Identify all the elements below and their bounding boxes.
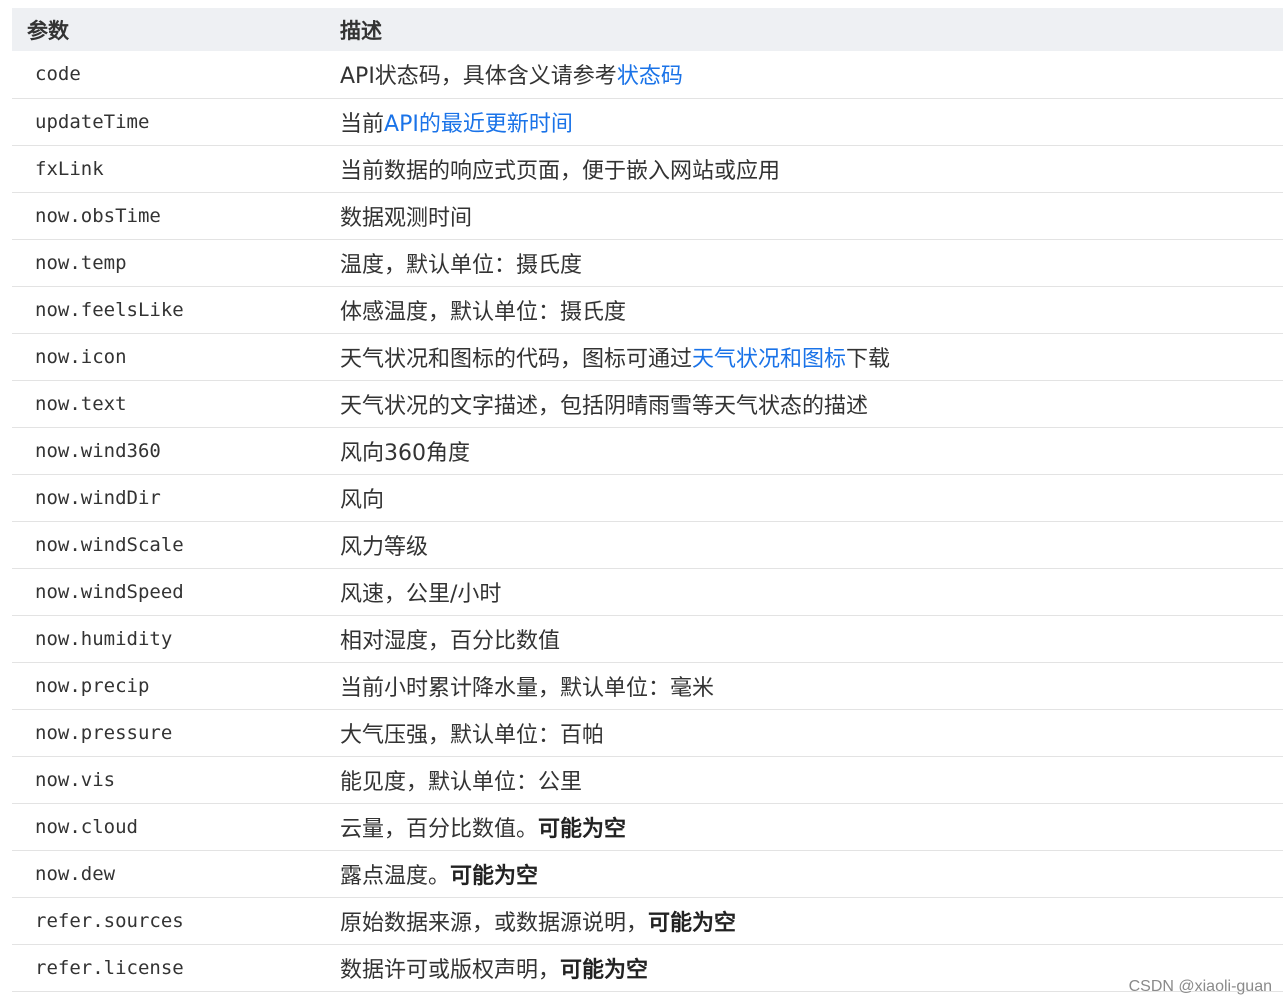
description-bold-text: 可能为空 (560, 957, 649, 983)
header-param: 参数 (27, 18, 69, 43)
table-row: now.icon 天气状况和图标的代码，图标可通过天气状况和图标下载 (12, 333, 1283, 380)
table-row: now.windSpeed 风速，公里/小时 (12, 568, 1283, 615)
description-link[interactable]: API的最近更新时间 (384, 112, 573, 137)
description-cell: 露点温度。可能为空 (318, 850, 1283, 897)
description-cell: 风向 (318, 474, 1283, 521)
description-link[interactable]: 天气状况和图标 (692, 347, 846, 372)
param-cell: now.precip (35, 674, 150, 697)
table-row: refer.license 数据许可或版权声明，可能为空 (12, 944, 1283, 991)
description-text: API状态码，具体含义请参考 (340, 64, 617, 90)
param-cell: now.wind360 (35, 439, 161, 462)
description-text: 当前数据的响应式页面，便于嵌入网站或应用 (340, 158, 781, 184)
param-cell: fxLink (35, 157, 104, 180)
table-row: now.obsTime 数据观测时间 (12, 192, 1283, 239)
description-cell: 天气状况的文字描述，包括阴晴雨雪等天气状态的描述 (318, 380, 1283, 427)
table-row: code API状态码，具体含义请参考状态码 (12, 51, 1283, 98)
table-row: now.cloud 云量，百分比数值。可能为空 (12, 803, 1283, 850)
description-cell: 能见度，默认单位：公里 (318, 756, 1283, 803)
table-row: now.windDir 风向 (12, 474, 1283, 521)
description-text: 风力等级 (340, 534, 429, 560)
param-cell: now.vis (35, 768, 116, 791)
description-text: 下载 (846, 346, 891, 372)
param-cell: now.feelsLike (35, 298, 184, 321)
param-cell: now.windDir (35, 486, 161, 509)
description-cell: 温度，默认单位：摄氏度 (318, 239, 1283, 286)
description-cell: 当前小时累计降水量，默认单位：毫米 (318, 662, 1283, 709)
description-cell: 风速，公里/小时 (318, 568, 1283, 615)
table-row: now.wind360 风向360角度 (12, 427, 1283, 474)
header-desc: 描述 (340, 18, 382, 43)
param-cell: now.text (35, 392, 127, 415)
param-cell: refer.license (35, 956, 184, 979)
description-cell: 数据观测时间 (318, 192, 1283, 239)
description-text: 风向360角度 (340, 440, 470, 466)
description-cell: 风力等级 (318, 521, 1283, 568)
param-cell: now.temp (35, 251, 127, 274)
description-text: 数据观测时间 (340, 205, 473, 231)
description-text: 当前 (340, 111, 385, 137)
table-row: now.humidity 相对湿度，百分比数值 (12, 615, 1283, 662)
description-text: 数据许可或版权声明， (340, 957, 561, 983)
description-text: 云量，百分比数值。 (340, 816, 539, 842)
param-cell: now.cloud (35, 815, 138, 838)
watermark: CSDN @xiaoli-guan (1128, 978, 1272, 995)
param-cell: code (35, 63, 81, 86)
param-cell: now.icon (35, 345, 127, 368)
description-text: 体感温度，默认单位：摄氏度 (340, 299, 627, 325)
description-link[interactable]: 状态码 (617, 64, 683, 89)
description-bold-text: 可能为空 (538, 816, 627, 842)
description-bold-text: 可能为空 (450, 863, 539, 889)
param-cell: updateTime (35, 110, 150, 133)
description-text: 天气状况和图标的代码，图标可通过 (340, 346, 693, 372)
description-text: 露点温度。 (340, 863, 451, 889)
params-table: 参数 描述 code API状态码，具体含义请参考状态码 updateTime 当前A… (12, 8, 1283, 992)
description-cell: 风向360角度 (318, 427, 1283, 474)
description-text: 风向 (340, 487, 385, 513)
description-cell: 原始数据来源，或数据源说明，可能为空 (318, 897, 1283, 944)
header-row: 参数 描述 (12, 8, 1283, 51)
table-row: now.feelsLike 体感温度，默认单位：摄氏度 (12, 286, 1283, 333)
table-row: refer.sources 原始数据来源，或数据源说明，可能为空 (12, 897, 1283, 944)
description-text: 大气压强，默认单位：百帕 (340, 722, 605, 748)
description-cell: 当前API的最近更新时间 (318, 98, 1283, 145)
description-cell: 天气状况和图标的代码，图标可通过天气状况和图标下载 (318, 333, 1283, 380)
table-header: 参数 描述 (12, 8, 1283, 51)
param-cell: now.humidity (35, 627, 173, 650)
table-row: now.pressure 大气压强，默认单位：百帕 (12, 709, 1283, 756)
table-row: now.temp 温度，默认单位：摄氏度 (12, 239, 1283, 286)
table-body: code API状态码，具体含义请参考状态码 updateTime 当前API的最近更… (12, 51, 1283, 991)
param-cell: now.windScale (35, 533, 184, 556)
description-cell: 体感温度，默认单位：摄氏度 (318, 286, 1283, 333)
param-cell: now.dew (35, 862, 116, 885)
description-text: 当前小时累计降水量，默认单位：毫米 (340, 675, 715, 701)
table-row: now.vis 能见度，默认单位：公里 (12, 756, 1283, 803)
param-cell: now.windSpeed (35, 580, 184, 603)
param-cell: now.pressure (35, 721, 173, 744)
table-row: now.text 天气状况的文字描述，包括阴晴雨雪等天气状态的描述 (12, 380, 1283, 427)
description-text: 相对湿度，百分比数值 (340, 628, 561, 654)
description-cell: 大气压强，默认单位：百帕 (318, 709, 1283, 756)
description-text: 温度，默认单位：摄氏度 (340, 252, 583, 278)
table-row: updateTime 当前API的最近更新时间 (12, 98, 1283, 145)
table-row: now.precip 当前小时累计降水量，默认单位：毫米 (12, 662, 1283, 709)
param-cell: now.obsTime (35, 204, 161, 227)
description-bold-text: 可能为空 (648, 910, 737, 936)
description-cell: API状态码，具体含义请参考状态码 (318, 51, 1283, 98)
description-cell: 相对湿度，百分比数值 (318, 615, 1283, 662)
table-row: now.windScale 风力等级 (12, 521, 1283, 568)
table-row: now.dew 露点温度。可能为空 (12, 850, 1283, 897)
description-text: 原始数据来源，或数据源说明， (340, 910, 649, 936)
description-cell: 当前数据的响应式页面，便于嵌入网站或应用 (318, 145, 1283, 192)
table-row: fxLink 当前数据的响应式页面，便于嵌入网站或应用 (12, 145, 1283, 192)
description-text: 天气状况的文字描述，包括阴晴雨雪等天气状态的描述 (340, 393, 869, 419)
description-text: 风速，公里/小时 (340, 581, 502, 607)
description-cell: 云量，百分比数值。可能为空 (318, 803, 1283, 850)
description-text: 能见度，默认单位：公里 (340, 769, 583, 795)
param-cell: refer.sources (35, 909, 184, 932)
